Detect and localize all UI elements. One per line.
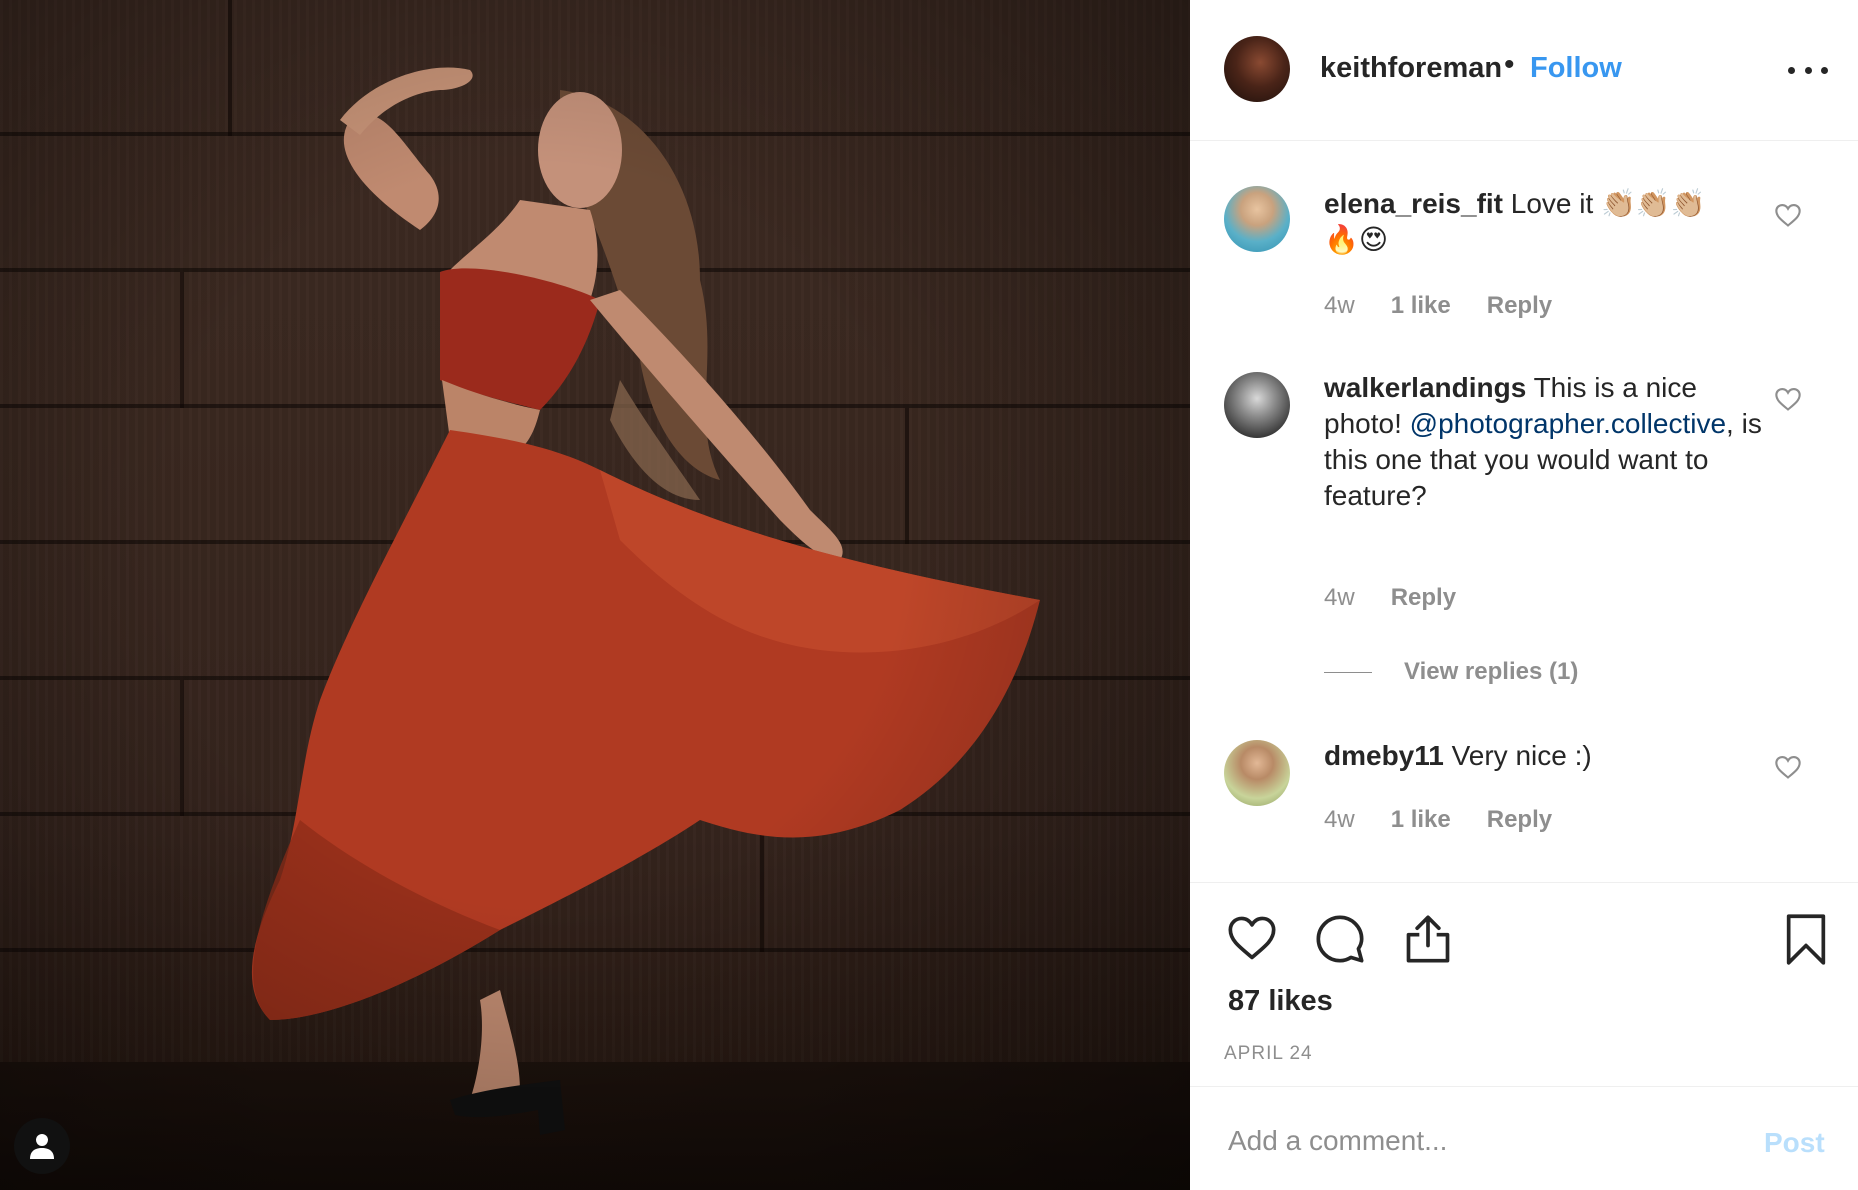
post-comment-button[interactable]: Post — [1764, 1127, 1825, 1159]
comment-text: dmeby11 Very nice :) — [1324, 738, 1764, 774]
replies-divider — [1324, 671, 1372, 673]
user-profile-icon — [30, 1134, 54, 1159]
comment-meta: 4w 1 like Reply — [1324, 806, 1552, 834]
comment-username[interactable]: walkerlandings — [1324, 372, 1526, 403]
author-avatar[interactable] — [1224, 36, 1290, 102]
commenter-avatar[interactable] — [1224, 186, 1290, 252]
follow-button[interactable]: Follow — [1530, 52, 1622, 85]
comment-text: elena_reis_fit Love it 👏🏼👏🏼👏🏼 🔥😍 — [1324, 186, 1764, 258]
post-photo[interactable] — [0, 0, 1190, 1190]
comment-likes[interactable]: 1 like — [1391, 806, 1451, 834]
commenter-avatar[interactable] — [1224, 372, 1290, 438]
comment-username[interactable]: elena_reis_fit — [1324, 188, 1503, 219]
post-date[interactable]: APRIL 24 — [1224, 1043, 1313, 1065]
post-header: keithforeman • Follow — [1190, 0, 1858, 141]
comment-like-heart-icon[interactable] — [1774, 754, 1802, 780]
comment-time[interactable]: 4w — [1324, 292, 1355, 320]
photo-vignette — [0, 0, 1190, 1190]
more-dot — [1804, 66, 1812, 74]
more-dot — [1788, 66, 1795, 74]
likes-count[interactable]: 87 likes — [1228, 985, 1333, 1018]
share-icon[interactable] — [1402, 913, 1454, 965]
comment-time[interactable]: 4w — [1324, 584, 1355, 612]
comment-text: walkerlandings This is a nice photo! @ph… — [1324, 370, 1764, 514]
more-options-icon[interactable] — [1788, 52, 1828, 88]
post-sidebar: keithforeman • Follow elena_reis_fit Lov… — [1190, 0, 1858, 1190]
post-actions: 87 likes APRIL 24 — [1190, 882, 1858, 1086]
comment-like-heart-icon[interactable] — [1774, 386, 1802, 412]
comment-username[interactable]: dmeby11 — [1324, 740, 1444, 771]
separator-dot: • — [1504, 48, 1515, 81]
add-comment-input[interactable] — [1228, 1117, 1728, 1165]
comment-content-emoji: 🔥😍 — [1324, 224, 1389, 255]
more-dot — [1821, 66, 1828, 74]
comments-list: elena_reis_fit Love it 👏🏼👏🏼👏🏼 🔥😍 4w 1 li… — [1190, 142, 1858, 882]
comment-time[interactable]: 4w — [1324, 806, 1355, 834]
comment-bubble-icon[interactable] — [1314, 913, 1366, 965]
view-replies-button[interactable]: View replies (1) — [1324, 658, 1578, 686]
reply-button[interactable]: Reply — [1391, 584, 1456, 612]
comment-likes[interactable]: 1 like — [1391, 292, 1451, 320]
tagged-users-button[interactable] — [14, 1118, 70, 1174]
view-replies-label: View replies (1) — [1404, 658, 1579, 685]
like-heart-icon[interactable] — [1226, 913, 1278, 965]
comment-meta: 4w Reply — [1324, 584, 1456, 612]
comment-composer: Post — [1190, 1086, 1858, 1190]
comment-like-heart-icon[interactable] — [1774, 202, 1802, 228]
comment-content: Love it 👏🏼👏🏼👏🏼 — [1510, 188, 1706, 219]
commenter-avatar[interactable] — [1224, 740, 1290, 806]
comment-meta: 4w 1 like Reply — [1324, 292, 1552, 320]
comment-content: Very nice :) — [1451, 740, 1592, 771]
author-username[interactable]: keithforeman — [1320, 52, 1502, 85]
mention-link[interactable]: @photographer.collective — [1410, 408, 1726, 439]
bookmark-icon[interactable] — [1780, 913, 1832, 965]
reply-button[interactable]: Reply — [1487, 806, 1552, 834]
reply-button[interactable]: Reply — [1487, 292, 1552, 320]
